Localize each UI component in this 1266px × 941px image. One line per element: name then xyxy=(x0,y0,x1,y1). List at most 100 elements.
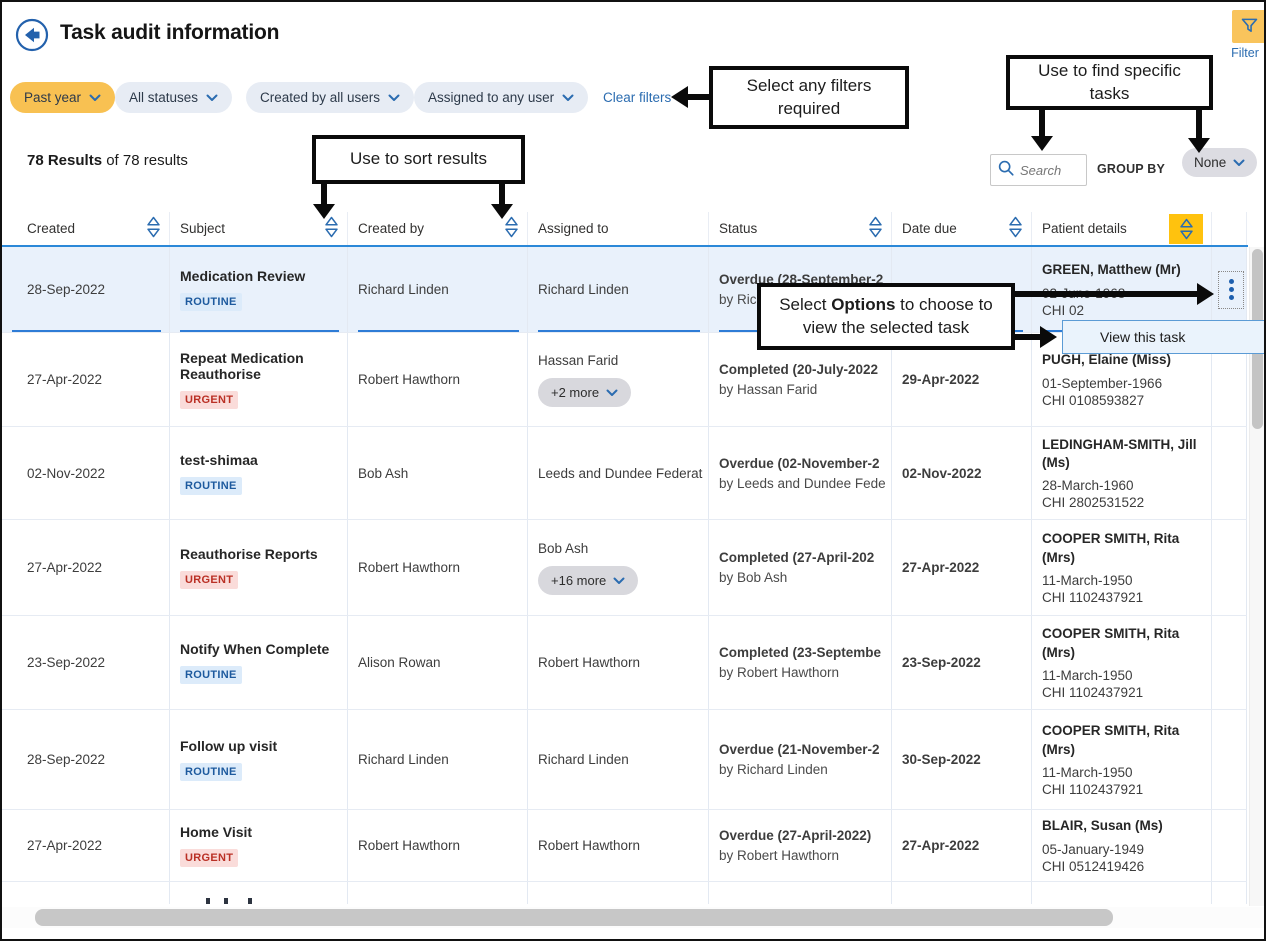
sort-icon[interactable] xyxy=(1008,216,1023,241)
column-label: Created by xyxy=(358,221,424,236)
column-label: Subject xyxy=(180,221,225,236)
filter-chip-past-year[interactable]: Past year xyxy=(10,82,115,113)
sort-icon[interactable] xyxy=(504,216,519,241)
patient-name: PUGH, Elaine (Miss) xyxy=(1042,351,1205,369)
task-subject: Reauthorise Reports xyxy=(180,546,341,562)
callout-filters-arrow xyxy=(688,94,709,100)
assigned-to: Richard Linden xyxy=(538,752,702,767)
filter-button[interactable] xyxy=(1232,10,1266,43)
callout-filters: Select any filters required xyxy=(709,66,909,129)
date-due: 27-Apr-2022 xyxy=(902,838,1025,853)
column-label: Status xyxy=(719,221,757,236)
row-options-button[interactable] xyxy=(1218,271,1244,309)
filter-button-label: Filter xyxy=(1224,46,1266,60)
table-row[interactable]: 27-Apr-2022 Home VisitURGENT Robert Hawt… xyxy=(2,810,1247,882)
status-line: Completed (20-July-2022 xyxy=(719,362,885,377)
patient-chi: CHI 1102437921 xyxy=(1042,590,1205,605)
created-by: Richard Linden xyxy=(358,752,521,767)
table-row[interactable]: 23-Sep-2022 Notify When CompleteROUTINE … xyxy=(2,616,1247,710)
sort-icon[interactable] xyxy=(868,216,883,241)
status-line: Overdue (21-November-2 xyxy=(719,742,885,757)
column-label: Created xyxy=(27,221,75,236)
column-header-assigned-to[interactable]: Assigned to xyxy=(528,212,709,245)
task-audit-page: Task audit information Filter Past year … xyxy=(0,0,1266,941)
back-button[interactable] xyxy=(15,18,49,52)
sort-icon-highlighted[interactable] xyxy=(1169,214,1203,244)
callout-sort: Use to sort results xyxy=(312,135,525,184)
patient-chi: CHI 0108593827 xyxy=(1042,393,1205,408)
created-date: 28-Sep-2022 xyxy=(27,752,163,767)
assigned-to: Richard Linden xyxy=(538,282,702,297)
callout-options: Select Options to choose to view the sel… xyxy=(757,283,1015,350)
task-subject: Medication Review xyxy=(180,268,341,284)
task-subject: Notify When Complete xyxy=(180,641,341,657)
created-by: Alison Rowan xyxy=(358,655,521,670)
date-due: 27-Apr-2022 xyxy=(902,560,1025,575)
created-by: Richard Linden xyxy=(358,282,521,297)
priority-badge: ROUTINE xyxy=(180,763,242,781)
column-header-date-due[interactable]: Date due xyxy=(892,212,1032,245)
task-subject: Follow up visit xyxy=(180,738,341,754)
column-label: Assigned to xyxy=(538,221,609,236)
horizontal-scrollbar[interactable] xyxy=(2,907,1264,928)
search-box xyxy=(990,154,1087,186)
created-date: 27-Apr-2022 xyxy=(27,560,163,575)
patient-dob: 11-March-1950 xyxy=(1042,668,1205,683)
callout-options-bold: Options xyxy=(831,295,895,314)
chevron-down-icon xyxy=(562,90,574,105)
created-by: Robert Hawthorn xyxy=(358,372,521,387)
table-row[interactable]: 02-Nov-2022 test-shimaaROUTINE Bob Ash L… xyxy=(2,427,1247,520)
filter-chip-assigned-to[interactable]: Assigned to any user xyxy=(414,82,588,113)
results-summary: 78 Results of 78 results xyxy=(27,152,188,169)
chevron-down-icon xyxy=(606,385,618,400)
created-date: 27-Apr-2022 xyxy=(27,372,163,387)
column-label: Patient details xyxy=(1042,221,1127,236)
patient-dob: 05-January-1949 xyxy=(1042,842,1205,857)
assigned-more-label: +16 more xyxy=(551,573,606,588)
table-row[interactable]: 28-Sep-2022 Medication ReviewROUTINE Ric… xyxy=(2,247,1247,333)
filter-chip-created-by[interactable]: Created by all users xyxy=(246,82,414,113)
task-subject: test-shimaa xyxy=(180,452,341,468)
results-count: 78 Results xyxy=(27,152,102,169)
callout-find-arrow-search xyxy=(1039,110,1045,136)
column-header-patient-details[interactable]: Patient details xyxy=(1032,212,1212,245)
assigned-to: Hassan Farid xyxy=(538,353,702,368)
horizontal-scrollbar-thumb[interactable] xyxy=(35,909,1113,926)
table-row-partial xyxy=(2,882,1247,904)
callout-sort-arrow-subject xyxy=(321,184,327,204)
filter-chip-all-statuses[interactable]: All statuses xyxy=(115,82,232,113)
sort-icon[interactable] xyxy=(324,216,339,241)
context-menu-view-task[interactable]: View this task xyxy=(1062,320,1266,354)
created-date: 28-Sep-2022 xyxy=(27,282,163,297)
created-by: Robert Hawthorn xyxy=(358,838,521,853)
table-row[interactable]: 28-Sep-2022 Follow up visit ROUTINE Richa… xyxy=(2,710,1247,810)
patient-name: COOPER SMITH, Rita (Mrs) xyxy=(1042,722,1205,758)
priority-badge: URGENT xyxy=(180,391,238,409)
table-row[interactable]: 27-Apr-2022 Repeat Medication Reauthoris… xyxy=(2,333,1247,427)
page-title: Task audit information xyxy=(60,21,279,45)
search-input[interactable] xyxy=(1020,163,1080,178)
clear-filters-link[interactable]: Clear filters xyxy=(603,90,671,105)
table-row[interactable]: 27-Apr-2022 Reauthorise ReportsURGENT Ro… xyxy=(2,520,1247,616)
callout-find-arrow-groupby xyxy=(1196,110,1202,138)
filter-funnel-icon xyxy=(1239,15,1260,39)
created-date: 02-Nov-2022 xyxy=(27,466,163,481)
patient-chi: CHI 2802531522 xyxy=(1042,495,1205,510)
column-header-status[interactable]: Status xyxy=(709,212,892,245)
group-by-value: None xyxy=(1194,155,1226,170)
table-body: 28-Sep-2022 Medication Review ROUTINE Ric… xyxy=(2,247,1247,904)
column-header-created[interactable]: Created xyxy=(2,212,170,245)
assigned-to: Robert Hawthorn xyxy=(538,838,702,853)
table-header: Created Subject Created by Assigned to S… xyxy=(2,212,1247,245)
chevron-down-icon xyxy=(388,90,400,105)
priority-badge: ROUTINE xyxy=(180,477,242,495)
search-icon xyxy=(997,159,1015,182)
sort-icon[interactable] xyxy=(146,216,161,241)
clipped-text xyxy=(206,898,210,904)
date-due: 30-Sep-2022 xyxy=(902,752,1025,767)
callout-find-tasks: Use to find specific tasks xyxy=(1006,55,1213,110)
assigned-more-label: +2 more xyxy=(551,385,599,400)
assigned-more-button[interactable]: +16 more xyxy=(538,566,638,595)
patient-name: LEDINGHAM-SMITH, Jill (Ms) xyxy=(1042,436,1205,472)
assigned-more-button[interactable]: +2 more xyxy=(538,378,631,407)
